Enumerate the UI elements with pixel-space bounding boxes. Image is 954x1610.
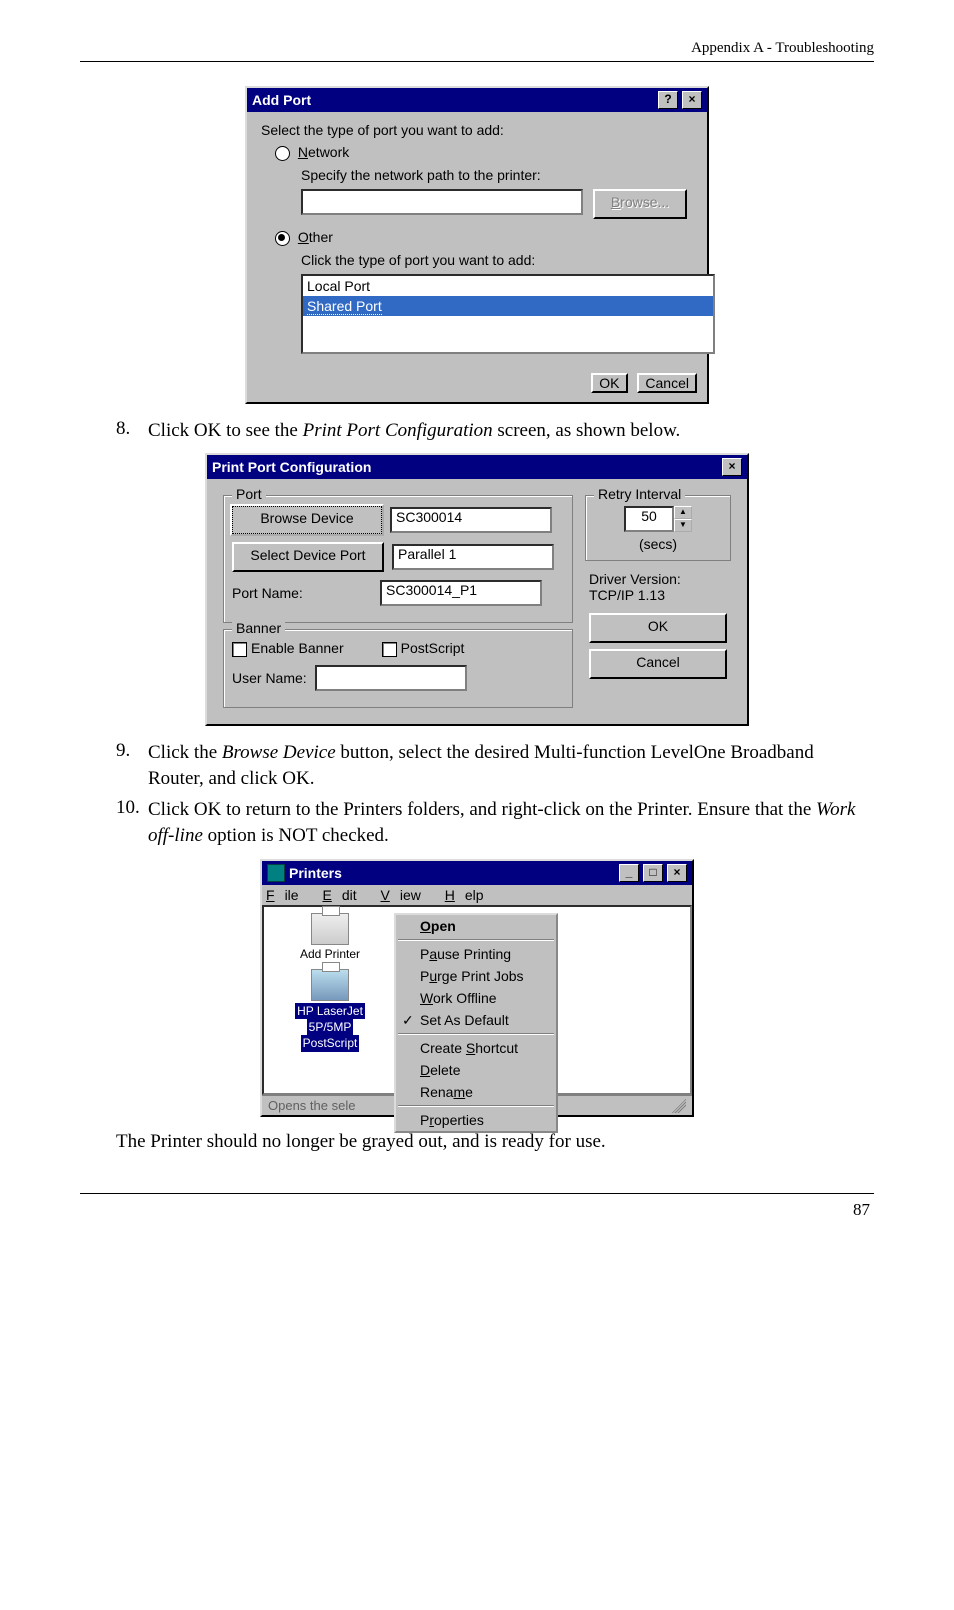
add-port-prompt: Select the type of port you want to add:: [261, 122, 693, 138]
printers-client-area: Add Printer HP LaserJet 5P/5MP PostScrip…: [262, 905, 692, 1095]
menu-properties[interactable]: Properties: [396, 1109, 556, 1131]
minimize-button[interactable]: _: [619, 864, 639, 882]
page-header: Appendix A - Troubleshooting: [80, 40, 874, 61]
other-radio[interactable]: [275, 231, 290, 246]
add-port-titlebar: Add Port ? ×: [247, 88, 707, 112]
close-button[interactable]: ×: [667, 864, 687, 882]
port-value[interactable]: Parallel 1: [392, 544, 554, 570]
list-item-shared[interactable]: Shared Port: [303, 296, 713, 316]
spin-up-icon[interactable]: ▲: [674, 506, 692, 519]
driver-version-value: TCP/IP 1.13: [589, 587, 727, 603]
menu-create-shortcut[interactable]: Create Shortcut: [396, 1037, 556, 1059]
header-rule: [80, 61, 874, 62]
enable-banner-label: Enable Banner: [251, 640, 344, 656]
browse-button[interactable]: Browse...: [593, 189, 687, 219]
banner-group: Banner Enable Banner PostScript User Nam…: [223, 629, 573, 708]
secs-label: (secs): [594, 536, 722, 552]
retry-value[interactable]: 50: [624, 506, 674, 532]
retry-group: Retry Interval 50 ▲▼ (secs): [585, 495, 731, 561]
menu-open[interactable]: Open: [396, 915, 556, 937]
cancel-button[interactable]: Cancel: [637, 373, 697, 393]
postscript-label: PostScript: [401, 640, 465, 656]
step-9: 9. Click the Browse Device button, selec…: [116, 740, 874, 791]
menu-view[interactable]: View: [381, 887, 431, 903]
printers-titlebar: Printers _ □ ×: [262, 861, 692, 885]
ending-paragraph: The Printer should no longer be grayed o…: [116, 1131, 874, 1153]
add-port-dialog: Add Port ? × Select the type of port you…: [245, 86, 709, 404]
menu-rename[interactable]: Rename: [396, 1081, 556, 1103]
port-name-value[interactable]: SC300014_P1: [380, 580, 542, 606]
ppc-titlebar: Print Port Configuration ×: [207, 455, 747, 479]
close-button[interactable]: ×: [722, 458, 742, 476]
postscript-checkbox[interactable]: [382, 642, 397, 657]
ok-button[interactable]: OK: [591, 373, 627, 393]
menu-delete[interactable]: Delete: [396, 1059, 556, 1081]
network-path-input[interactable]: [301, 189, 583, 215]
maximize-button[interactable]: □: [643, 864, 663, 882]
menu-purge-print-jobs[interactable]: Purge Print Jobs: [396, 965, 556, 987]
add-printer-label: Add Printer: [270, 947, 390, 961]
printer-context-menu: Open Pause Printing Purge Print Jobs Wor…: [394, 913, 558, 1133]
print-port-config-dialog: Print Port Configuration × Port Browse D…: [205, 453, 749, 726]
menu-work-offline[interactable]: Work Offline: [396, 987, 556, 1009]
add-printer-icon[interactable]: [311, 913, 349, 945]
device-value[interactable]: SC300014: [390, 507, 552, 533]
enable-banner-checkbox[interactable]: [232, 642, 247, 657]
printers-window: Printers _ □ × File Edit View Help Add P…: [260, 859, 694, 1117]
cancel-button[interactable]: Cancel: [589, 649, 727, 679]
menu-set-as-default[interactable]: Set As Default: [396, 1009, 556, 1031]
page-number: 87: [80, 1200, 874, 1220]
resize-grip-icon[interactable]: [672, 1098, 686, 1113]
close-button[interactable]: ×: [682, 91, 702, 109]
menu-file[interactable]: File: [266, 887, 309, 903]
printers-title: Printers: [289, 865, 615, 881]
step-10: 10. Click OK to return to the Printers f…: [116, 797, 874, 848]
ok-button[interactable]: OK: [589, 613, 727, 643]
printers-icon: [267, 864, 285, 882]
network-radio-label: Network: [298, 144, 349, 160]
retry-group-label: Retry Interval: [594, 486, 685, 502]
footer-rule: [80, 1193, 874, 1194]
port-group-label: Port: [232, 486, 266, 502]
ppc-title: Print Port Configuration: [212, 459, 718, 475]
add-port-title: Add Port: [252, 92, 654, 108]
username-input[interactable]: [315, 665, 467, 691]
spin-down-icon[interactable]: ▼: [674, 519, 692, 532]
username-label: User Name:: [232, 670, 307, 686]
other-hint: Click the type of port you want to add:: [301, 252, 693, 268]
port-type-list[interactable]: Local Port Shared Port: [301, 274, 715, 354]
list-item-local[interactable]: Local Port: [303, 276, 713, 296]
network-hint: Specify the network path to the printer:: [301, 167, 693, 183]
port-name-label: Port Name:: [232, 585, 372, 601]
help-button[interactable]: ?: [658, 91, 678, 109]
network-radio[interactable]: [275, 146, 290, 161]
select-device-port-button[interactable]: Select Device Port: [232, 542, 384, 572]
menu-bar: File Edit View Help: [262, 885, 692, 905]
retry-spinner[interactable]: 50 ▲▼: [624, 506, 692, 532]
selected-printer-label: HP LaserJet 5P/5MP PostScript: [270, 1003, 390, 1052]
menu-edit[interactable]: Edit: [322, 887, 366, 903]
browse-device-button[interactable]: Browse Device: [232, 506, 382, 534]
step-8: 8. Click OK to see the Print Port Config…: [116, 418, 874, 444]
menu-pause-printing[interactable]: Pause Printing: [396, 943, 556, 965]
port-group: Port Browse Device SC300014 Select Devic…: [223, 495, 573, 623]
other-radio-label: Other: [298, 229, 333, 245]
banner-group-label: Banner: [232, 620, 285, 636]
driver-version-label: Driver Version:: [589, 571, 727, 587]
menu-help[interactable]: Help: [445, 887, 494, 903]
selected-printer-icon[interactable]: [311, 969, 349, 1001]
